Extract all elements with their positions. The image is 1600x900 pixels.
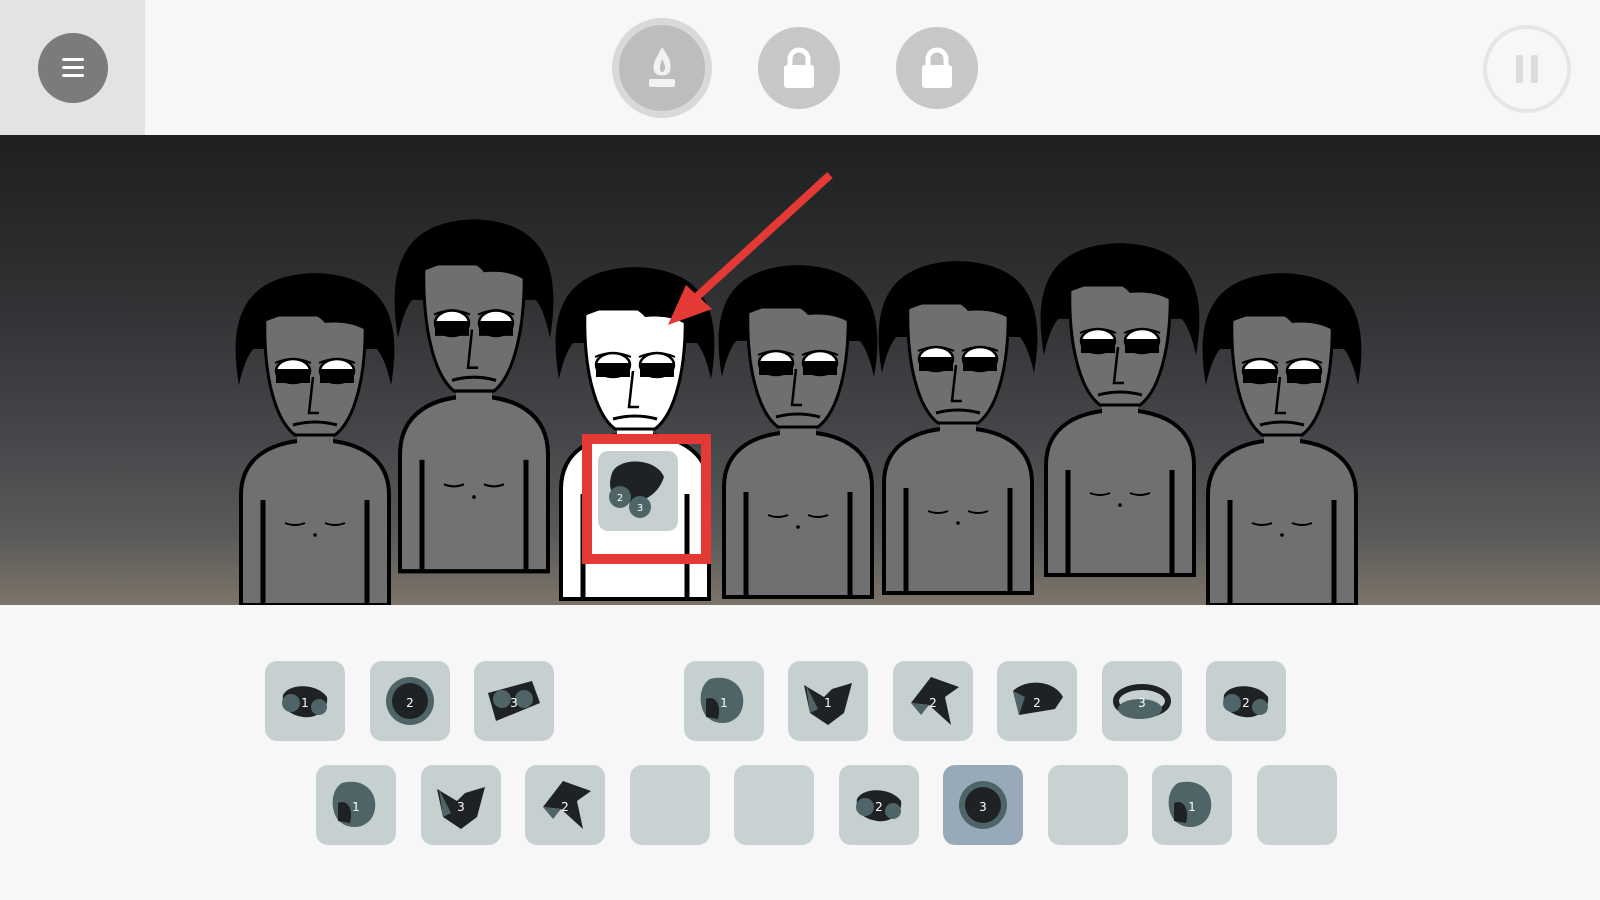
top-bar (0, 0, 1600, 135)
lock-icon (784, 47, 814, 88)
icon-slot[interactable]: 2 (1206, 661, 1286, 741)
slot-number: 2 (406, 696, 414, 710)
effect-icon-goggles-1: 1 (700, 677, 743, 724)
icon-slot[interactable]: 2 (838, 765, 919, 845)
beat-icon-1: 1 (282, 686, 328, 718)
slot-number: 2 (875, 800, 883, 814)
slot-number: 3 (1138, 696, 1146, 710)
icon-slot[interactable]: 3 (420, 765, 501, 845)
slot-number: 2 (561, 800, 569, 814)
icon-slot[interactable]: 2 (525, 765, 605, 845)
icon-slot[interactable]: 1 (1152, 765, 1232, 845)
icon-slot[interactable]: 1 (788, 661, 868, 741)
slot-number: 2 (1033, 696, 1041, 710)
icon-slot[interactable]: 2 (997, 661, 1077, 741)
effect-icon-3: 1 (1168, 781, 1212, 828)
empty-slot (734, 765, 814, 845)
icon-slot[interactable]: 3 (943, 765, 1023, 845)
performer-5[interactable] (879, 261, 1038, 593)
slot-number: 3 (457, 800, 465, 814)
dropped-voice-icon: 2 3 (598, 451, 678, 531)
empty-slot (1256, 765, 1337, 845)
menu-area (0, 0, 145, 135)
icon-slot[interactable]: 2 (892, 661, 973, 741)
icon-slot[interactable]: 3 (1101, 661, 1182, 741)
slot-number: 2 (929, 696, 937, 710)
lock-icon (922, 47, 952, 88)
pause-button[interactable] (1483, 25, 1571, 113)
melody-icon-1: 1 (804, 683, 852, 725)
melody-icon-2: 2 (910, 677, 959, 725)
slot-number: 1 (824, 696, 832, 710)
icon-slot[interactable]: 1 (316, 765, 396, 845)
icon-slot[interactable]: 3 (474, 661, 554, 741)
icon-slot[interactable]: 2 (369, 661, 450, 741)
icon-slot[interactable]: 1 (683, 661, 764, 741)
voice-icon-4: 2 (543, 781, 591, 829)
svg-text:3: 3 (637, 503, 643, 514)
empty-slot (1047, 765, 1128, 845)
slot-number: 1 (720, 696, 728, 710)
performer-2[interactable] (395, 219, 554, 571)
bonus-button-fire[interactable] (612, 18, 712, 118)
icon-slot[interactable]: 1 (265, 661, 345, 741)
bonus-button-locked-1[interactable] (758, 27, 840, 109)
slot-number: 1 (352, 800, 360, 814)
icon-palette: 1 2 3 1 1 2 2 3 2 1 3 2 2 3 1 (0, 605, 1600, 900)
performer-3-selected[interactable] (556, 267, 715, 599)
performer-1[interactable] (236, 273, 395, 605)
performer-6[interactable] (1041, 243, 1200, 575)
voice-icon-2: 3 (436, 787, 485, 829)
stage: 2 3 (0, 135, 1600, 605)
empty-slot (629, 765, 710, 845)
voice-icon-1: 1 (332, 781, 376, 828)
performer-7[interactable] (1203, 273, 1362, 605)
effect-icon-goggles-2: 3 (959, 781, 1007, 829)
slot-number: 2 (1242, 696, 1250, 710)
bonus-button-locked-2[interactable] (896, 27, 978, 109)
melody-icon-4: 3 (1112, 684, 1171, 719)
pause-icon (1516, 55, 1538, 83)
melody-icon-3: 2 (1013, 682, 1063, 715)
effect-icon-1: 2 (855, 790, 901, 822)
candle-flame-icon (649, 47, 675, 87)
svg-text:2: 2 (617, 493, 623, 504)
slot-number: 3 (979, 800, 987, 814)
beat-icon-3: 3 (488, 681, 540, 721)
performer-4[interactable] (719, 265, 878, 597)
beat-icon-2: 2 (385, 677, 434, 725)
menu-button[interactable] (38, 33, 108, 103)
slot-number: 1 (1188, 800, 1196, 814)
melody-icon-5: 2 (1223, 686, 1269, 718)
slot-number: 1 (301, 696, 309, 710)
slot-number: 3 (510, 696, 518, 710)
